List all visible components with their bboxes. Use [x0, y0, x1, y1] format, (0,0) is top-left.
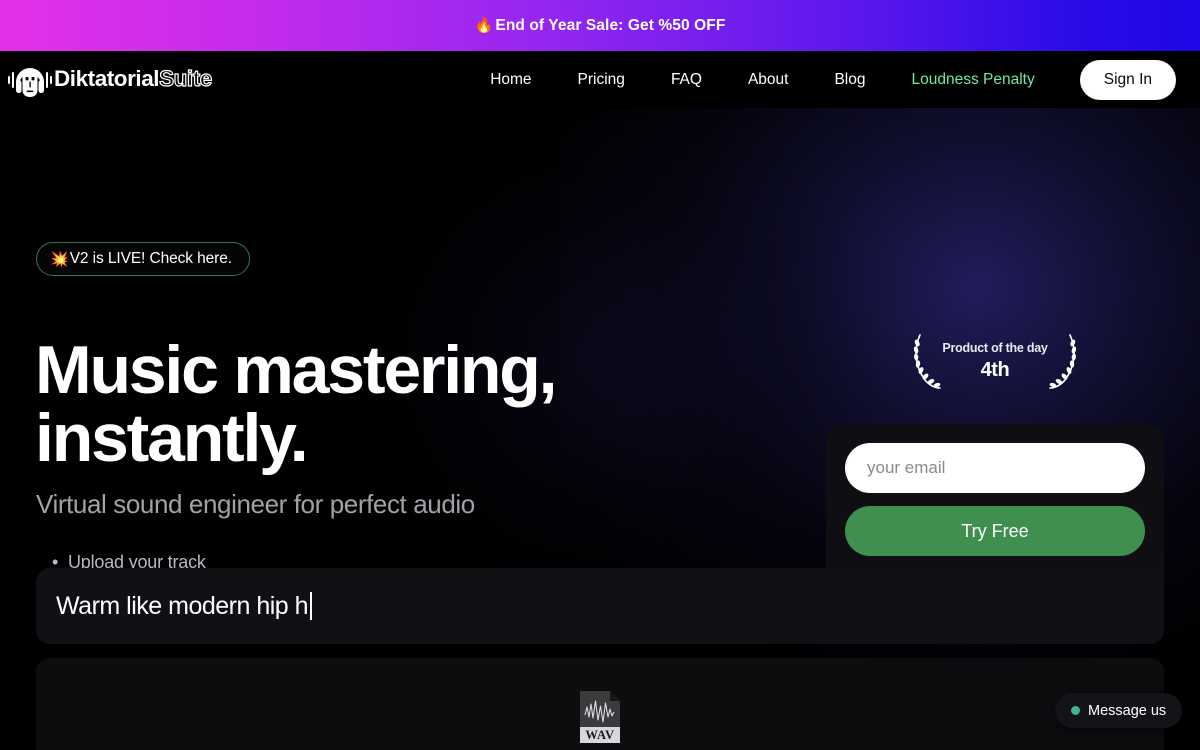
brand-name-secondary: Suite	[158, 66, 212, 92]
brand-logo[interactable]: DiktatorialSuite	[8, 60, 213, 100]
online-dot-icon	[1071, 706, 1080, 715]
email-field[interactable]	[845, 443, 1145, 493]
prompt-input[interactable]: Warm like modern hip h	[36, 568, 1164, 644]
upload-dropzone[interactable]: WAV	[36, 658, 1164, 750]
nav-item-blog[interactable]: Blog	[811, 66, 888, 94]
explosion-icon: 💥	[50, 250, 69, 268]
main-navigation: Home Pricing FAQ About Blog Loudness Pen…	[467, 59, 1176, 100]
award-badge-text: Product of the day 4th	[942, 342, 1047, 381]
message-us-button[interactable]: Message us	[1055, 693, 1183, 728]
fire-icon: 🔥	[474, 17, 494, 34]
sign-in-button[interactable]: Sign In	[1079, 59, 1176, 100]
nav-item-loudness-penalty[interactable]: Loudness Penalty	[889, 66, 1058, 94]
nav-item-home[interactable]: Home	[467, 66, 554, 94]
nav-item-faq[interactable]: FAQ	[648, 66, 725, 94]
page-title: Music mastering, instantly.	[35, 336, 655, 472]
brand-name-primary: Diktatorial	[54, 66, 160, 92]
message-us-label: Message us	[1088, 702, 1167, 719]
brand-wordmark: DiktatorialSuite	[54, 66, 213, 92]
headphones-face-icon	[8, 67, 52, 97]
award-rank: 4th	[980, 359, 1010, 382]
promo-banner-text: 🔥 End of Year Sale: Get %50 OFF	[475, 17, 726, 35]
promo-banner-label: End of Year Sale: Get %50 OFF	[495, 16, 726, 34]
v2-announcement-label: V2 is LIVE! Check here.	[69, 250, 232, 267]
award-badge[interactable]: Product of the day 4th	[908, 332, 1082, 390]
nav-item-about[interactable]: About	[725, 66, 812, 94]
hero-subtitle: Virtual sound engineer for perfect audio	[36, 489, 475, 519]
wav-file-icon: WAV	[580, 691, 620, 743]
text-caret-icon	[310, 592, 312, 620]
hero-title-line-1: Music mastering,	[35, 332, 557, 408]
v2-announcement-badge[interactable]: 💥 V2 is LIVE! Check here.	[36, 242, 250, 276]
landing-page: 🔥 End of Year Sale: Get %50 OFF Diktator…	[0, 0, 1200, 750]
wav-file-icon-label: WAV	[585, 728, 614, 742]
promo-banner[interactable]: 🔥 End of Year Sale: Get %50 OFF	[0, 0, 1200, 51]
try-free-button[interactable]: Try Free	[845, 506, 1145, 556]
laurel-wreath-icon	[1049, 334, 1077, 389]
hero-title-line-2: instantly.	[35, 400, 309, 476]
site-header: DiktatorialSuite Home Pricing FAQ About …	[0, 51, 1200, 108]
prompt-input-value: Warm like modern hip h	[56, 591, 309, 620]
laurel-wreath-icon	[913, 334, 941, 389]
nav-item-pricing[interactable]: Pricing	[555, 66, 648, 94]
award-title: Product of the day	[942, 340, 1048, 355]
